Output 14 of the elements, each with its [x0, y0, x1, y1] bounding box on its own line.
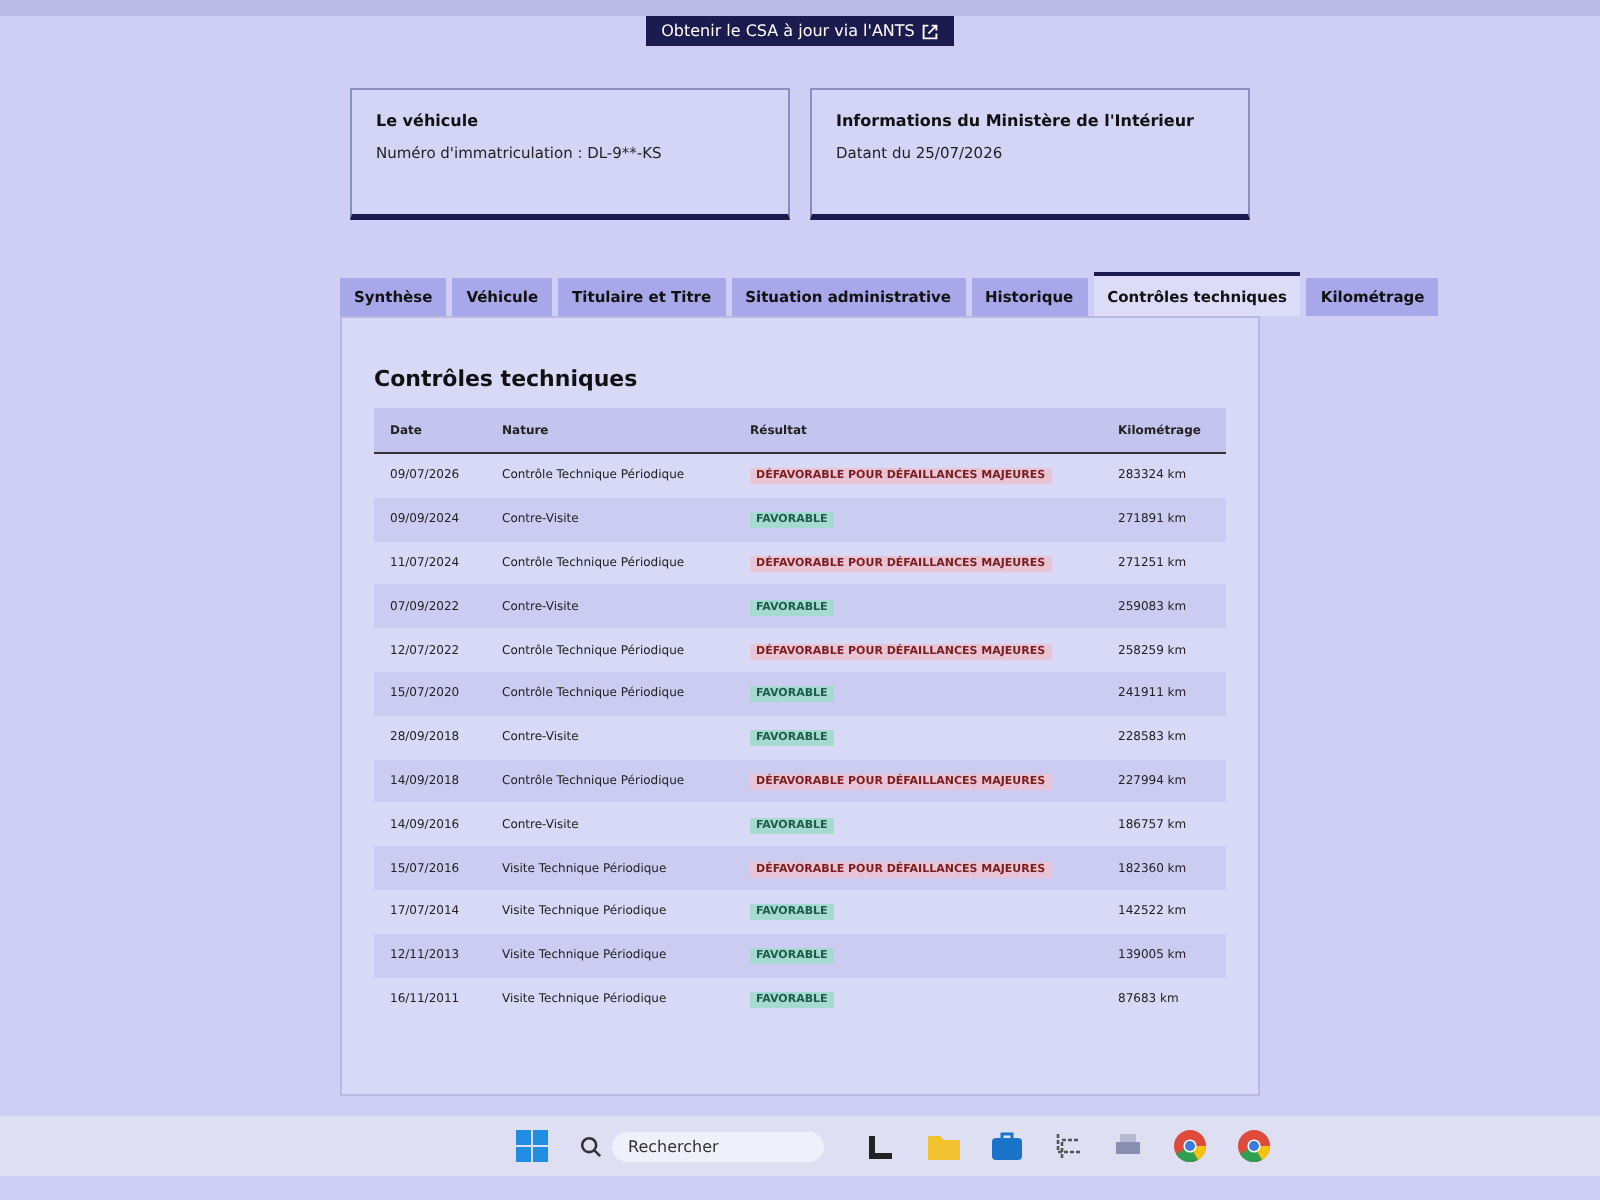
search-icon	[580, 1135, 602, 1157]
start-icon[interactable]	[516, 1130, 548, 1162]
card-title: Informations du Ministère de l'Intérieur	[836, 110, 1194, 133]
search-field[interactable]: Rechercher	[612, 1131, 824, 1161]
store-icon[interactable]	[992, 1132, 1022, 1160]
printer-icon[interactable]	[1114, 1132, 1142, 1160]
chrome-icon[interactable]	[1174, 1130, 1206, 1162]
task-view-icon[interactable]	[868, 1132, 896, 1160]
snipping-icon[interactable]	[1054, 1132, 1082, 1160]
chrome-icon[interactable]	[1238, 1130, 1270, 1162]
card-title: Le véhicule	[376, 110, 478, 133]
external-link-icon	[922, 23, 939, 39]
section-title: Contrôles techniques	[374, 366, 640, 392]
csa-button[interactable]: Obtenir le CSA à jour via l'ANTS	[645, 16, 955, 46]
